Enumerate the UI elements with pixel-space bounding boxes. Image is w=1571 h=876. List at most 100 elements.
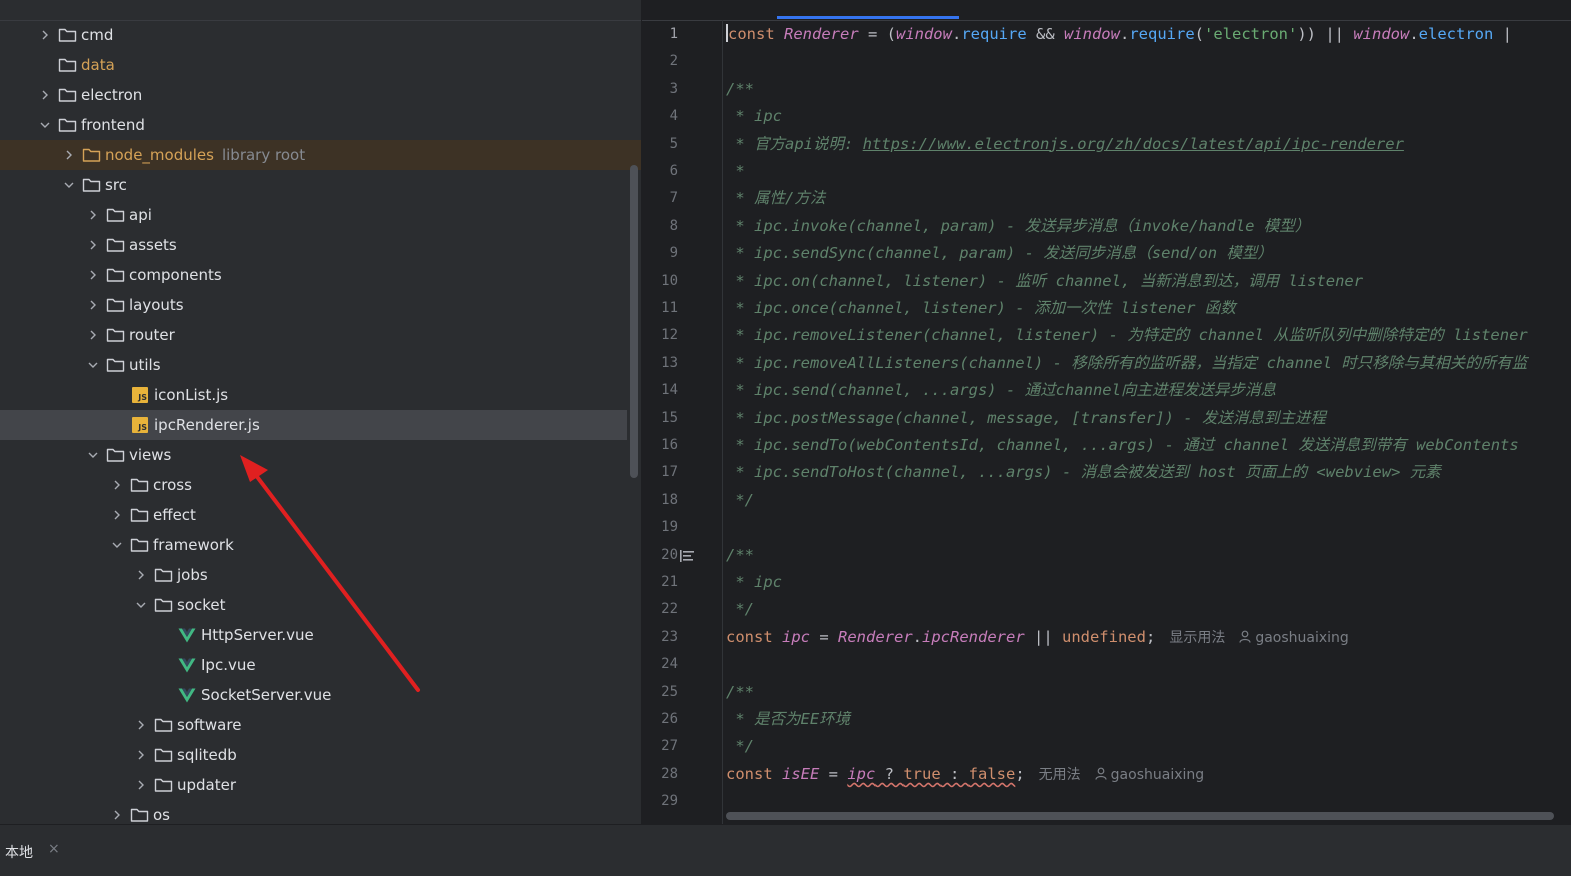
chevron-right-icon[interactable] <box>112 480 122 490</box>
tree-item[interactable]: JS ipcRenderer.js <box>0 410 627 440</box>
tree-item[interactable]: utils <box>0 350 641 380</box>
doc-link[interactable]: https://www.electronjs.org/zh/docs/lates… <box>863 135 1404 153</box>
chevron-right-icon[interactable] <box>88 240 98 250</box>
chevron-right-icon[interactable] <box>136 780 146 790</box>
usages-hint[interactable]: 无用法 <box>1039 767 1081 783</box>
code-line[interactable]: * ipc.sendSync(channel, param) - 发送同步消息（… <box>726 240 1273 267</box>
tree-item[interactable]: SocketServer.vue <box>0 680 641 710</box>
code-line[interactable]: * ipc.send(channel, ...args) - 通过channel… <box>726 377 1276 404</box>
chevron-right-icon[interactable] <box>112 510 122 520</box>
code-token: | <box>1493 25 1512 43</box>
chevron-right-icon[interactable] <box>136 720 146 730</box>
close-icon[interactable]: × <box>48 841 60 857</box>
code-line[interactable]: * 属性/方法 <box>726 185 825 212</box>
tree-item[interactable]: socket <box>0 590 641 620</box>
chevron-down-icon[interactable] <box>88 450 98 460</box>
code-line[interactable]: * <box>726 158 744 185</box>
code-line[interactable]: * ipc.postMessage(channel, message, [tra… <box>726 405 1326 432</box>
chevron-down-icon[interactable] <box>64 180 74 190</box>
code-line[interactable]: * ipc.invoke(channel, param) - 发送异步消息（in… <box>726 213 1310 240</box>
code-line[interactable]: * ipc.sendTo(webContentsId, channel, ...… <box>726 432 1518 459</box>
tree-item[interactable]: router <box>0 320 641 350</box>
code-token: || <box>1024 627 1062 646</box>
vue-file-icon <box>178 657 198 673</box>
tree-item-label: SocketServer.vue <box>201 686 332 704</box>
tree-item[interactable]: JS iconList.js <box>0 380 641 410</box>
code-line[interactable]: /** <box>726 542 754 569</box>
code-line[interactable]: */ <box>726 733 754 760</box>
tree-item[interactable]: src <box>0 170 641 200</box>
tree-item[interactable]: cmd <box>0 20 641 50</box>
render-doc-icon[interactable] <box>679 549 695 563</box>
tree-item-label: HttpServer.vue <box>201 626 314 644</box>
tree-item[interactable]: electron <box>0 80 641 110</box>
code-token: ipcRenderer <box>922 627 1025 646</box>
code-line[interactable]: * ipc.removeAllListeners(channel) - 移除所有… <box>726 350 1527 377</box>
code-line[interactable]: * 官方api说明: https://www.electronjs.org/zh… <box>726 131 1404 158</box>
code-editor[interactable]: 1 2 3 4 5 6 7 8 9 10 11 12 13 14 15 16 17 18 19 20 21 22 23 24 2… <box>642 0 1571 824</box>
tree-item[interactable]: components <box>0 260 641 290</box>
tree-item[interactable]: frontend <box>0 110 641 140</box>
code-line[interactable]: const ipc = Renderer.ipcRenderer || unde… <box>726 624 1349 651</box>
code-token: const <box>726 627 782 646</box>
terminal-tab-local[interactable]: 本地 <box>5 842 33 862</box>
code-line[interactable]: * ipc.sendToHost(channel, ...args) - 消息会… <box>726 459 1440 486</box>
line-number: 6 <box>669 163 678 179</box>
line-number: 22 <box>661 601 678 618</box>
code-line[interactable]: /** <box>726 679 754 706</box>
editor-horizontal-scrollbar[interactable] <box>726 812 1554 820</box>
code-area[interactable]: const Renderer = (window.require && wind… <box>726 20 1571 810</box>
tree-item[interactable]: framework <box>0 530 641 560</box>
chevron-right-icon[interactable] <box>88 210 98 220</box>
tree-item-label: api <box>129 206 152 224</box>
tree-item[interactable]: jobs <box>0 560 641 590</box>
tree-item[interactable]: views <box>0 440 641 470</box>
tree-item[interactable]: data <box>0 50 641 80</box>
chevron-down-icon[interactable] <box>112 540 122 550</box>
folder-icon <box>106 266 126 284</box>
tree-item-content: Ipc.vue <box>160 650 256 680</box>
author-hint[interactable]: gaoshuaixing <box>1095 767 1204 783</box>
chevron-right-icon[interactable] <box>88 330 98 340</box>
tree-item[interactable]: node_modules library root <box>0 140 641 170</box>
tree-item[interactable]: updater <box>0 770 641 800</box>
code-line[interactable]: const isEE = ipc ? true : false; 无用法 gaosh… <box>726 761 1204 788</box>
code-line[interactable]: * ipc <box>726 103 782 130</box>
tree-item[interactable]: sqlitedb <box>0 740 641 770</box>
code-line[interactable]: * ipc.removeListener(channel, listener) … <box>726 322 1527 349</box>
tree-item[interactable]: assets <box>0 230 641 260</box>
tree-item[interactable]: Ipc.vue <box>0 650 641 680</box>
usages-hint[interactable]: 显示用法 <box>1169 630 1225 646</box>
code-line[interactable]: */ <box>726 596 754 623</box>
tree-item[interactable]: layouts <box>0 290 641 320</box>
folder-icon <box>106 356 126 374</box>
code-line[interactable]: * 是否为EE环境 <box>726 706 850 733</box>
code-line[interactable]: /** <box>726 76 754 103</box>
chevron-right-icon[interactable] <box>40 30 50 40</box>
tree-item[interactable]: software <box>0 710 641 740</box>
chevron-right-icon[interactable] <box>88 270 98 280</box>
tree-item[interactable]: HttpServer.vue <box>0 620 641 650</box>
code-line[interactable]: const Renderer = (window.require && wind… <box>726 21 1512 48</box>
chevron-right-icon[interactable] <box>40 90 50 100</box>
author-hint[interactable]: gaoshuaixing <box>1239 630 1349 646</box>
code-line[interactable]: * ipc.once(channel, listener) - 添加一次性 li… <box>726 295 1235 322</box>
tree-scrollbar[interactable] <box>630 165 638 478</box>
chevron-right-icon[interactable] <box>88 300 98 310</box>
chevron-right-icon[interactable] <box>64 150 74 160</box>
tree-item[interactable]: api <box>0 200 641 230</box>
chevron-right-icon[interactable] <box>112 810 122 820</box>
tree-item[interactable]: effect <box>0 500 641 530</box>
chevron-right-icon[interactable] <box>136 570 146 580</box>
code-line[interactable]: * ipc <box>726 569 782 596</box>
tree-item[interactable]: os <box>0 800 641 824</box>
line-number: 16 <box>661 437 678 453</box>
chevron-right-icon[interactable] <box>136 750 146 760</box>
code-line[interactable]: * ipc.on(channel, listener) - 监听 channel… <box>726 268 1363 295</box>
tree-item[interactable]: cross <box>0 470 641 500</box>
code-line[interactable]: */ <box>726 487 754 514</box>
code-token: require <box>1129 25 1195 43</box>
chevron-down-icon[interactable] <box>40 120 50 130</box>
chevron-down-icon[interactable] <box>88 360 98 370</box>
chevron-down-icon[interactable] <box>136 600 146 610</box>
